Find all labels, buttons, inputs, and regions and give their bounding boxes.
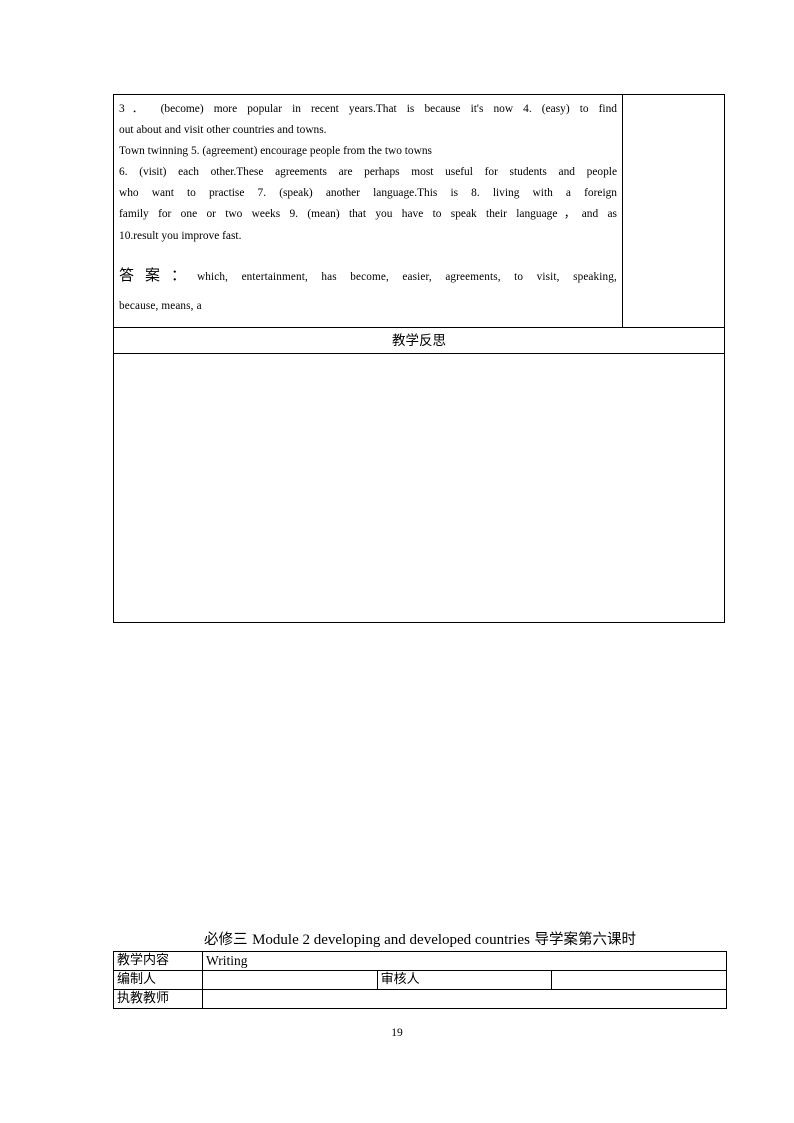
- passage-line-5: who want to practise 7. (speak) another …: [119, 187, 617, 200]
- answer-block: 答案：which, entertainment, has become, eas…: [119, 257, 617, 321]
- info-label-teacher: 执教教师: [113, 989, 203, 1009]
- info-label-teaching-content: 教学内容: [113, 951, 203, 971]
- answer-text-line-2: because, means, a: [119, 300, 202, 313]
- info-value-teacher[interactable]: [202, 989, 727, 1009]
- info-label-reviewer: 审核人: [376, 970, 553, 990]
- exercise-main-cell: 3． (become) more popular in recent years…: [113, 94, 623, 328]
- info-row-teacher: 执教教师: [113, 989, 727, 1009]
- answer-first-line: 答案：which, entertainment, has become, eas…: [119, 257, 617, 294]
- passage-line-1: 3． (become) more popular in recent years…: [119, 103, 617, 115]
- info-row-author: 编制人 审核人: [113, 970, 727, 990]
- lesson-title: 必修三 Module 2 developing and developed co…: [113, 928, 727, 949]
- info-row-content: 教学内容 Writing: [113, 951, 727, 971]
- document-page: 3． (become) more popular in recent years…: [0, 0, 794, 1123]
- exercise-content-row: 3． (become) more popular in recent years…: [113, 94, 725, 328]
- passage-line-2: out about and visit other countries and …: [119, 124, 327, 137]
- page-number: 19: [391, 1027, 403, 1039]
- exercise-side-cell: [622, 94, 725, 328]
- info-value-teaching-content[interactable]: Writing: [202, 951, 727, 971]
- info-label-author: 编制人: [113, 970, 203, 990]
- reflection-body-cell[interactable]: [113, 352, 725, 623]
- exercise-table: 3． (become) more popular in recent years…: [113, 94, 725, 623]
- reflection-header-cell: 教学反思: [113, 326, 725, 354]
- lesson-info-table: 教学内容 Writing 编制人 审核人 执教教师: [113, 951, 727, 1009]
- reflection-header-label: 教学反思: [392, 332, 446, 349]
- lesson-title-cn-prefix: 必修三: [203, 932, 248, 948]
- passage-line-6: family for one or two weeks 9. (mean) th…: [119, 208, 617, 221]
- reflection-body-row: [113, 352, 725, 623]
- answer-text-line-1: which, entertainment, has become, easier…: [197, 270, 617, 283]
- reflection-header-row: 教学反思: [113, 326, 725, 354]
- passage-line-7: 10.result you improve fast.: [119, 229, 242, 242]
- answer-label: 答案：: [119, 265, 198, 284]
- passage-line-3: Town twinning 5. (agreement) encourage p…: [119, 145, 432, 158]
- lesson-title-en: Module 2 developing and developed countr…: [252, 932, 530, 948]
- lesson-title-cn-suffix: 导学案第六课时: [534, 932, 637, 948]
- info-value-author[interactable]: [202, 970, 378, 990]
- info-value-reviewer[interactable]: [551, 970, 727, 990]
- passage-line-4: 6. (visit) each other.These agreements a…: [119, 166, 617, 179]
- passage-text: 3． (become) more popular in recent years…: [119, 99, 617, 247]
